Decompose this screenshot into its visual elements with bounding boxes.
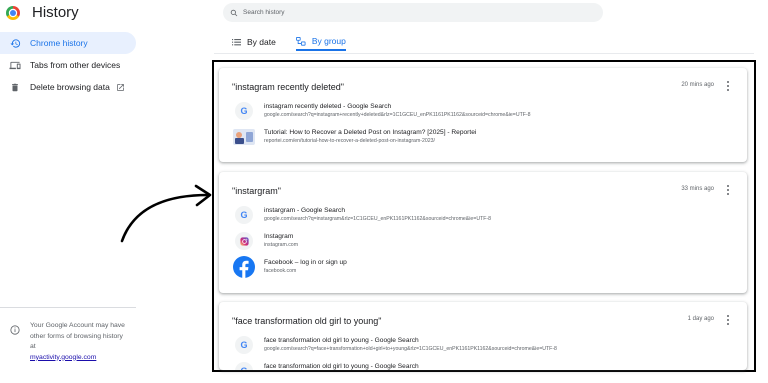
group-title: "instargram" <box>232 186 281 196</box>
account-note: Your Google Account may have other forms… <box>10 321 130 363</box>
group-header: "instagram recently deleted" 20 mins ago <box>219 68 747 100</box>
google-icon: G <box>233 360 255 370</box>
entry-url: facebook.com <box>264 268 297 274</box>
sidebar-divider <box>0 307 136 308</box>
sidebar: Chrome history Tabs from other devices D… <box>0 32 136 98</box>
sidebar-item-label: Chrome history <box>30 38 88 48</box>
entry-title[interactable]: Instagram <box>264 232 298 241</box>
devices-icon <box>8 58 22 72</box>
tabs-divider <box>214 53 754 54</box>
sidebar-item-chrome-history[interactable]: Chrome history <box>0 32 136 54</box>
group-time: 33 mins ago <box>681 186 714 192</box>
history-entry[interactable]: G instagram recently deleted - Google Se… <box>219 100 747 126</box>
sidebar-item-label: Tabs from other devices <box>30 60 121 70</box>
group-title: "face transformation old girl to young" <box>232 316 382 326</box>
google-icon: G <box>233 100 255 122</box>
arrow-annotation <box>120 184 212 243</box>
list-icon <box>232 38 241 46</box>
open-in-new-icon <box>116 83 125 92</box>
account-note-body: Your Google Account may have other forms… <box>30 322 125 350</box>
facebook-icon <box>233 256 255 278</box>
entry-title[interactable]: instagram recently deleted - Google Sear… <box>264 102 531 111</box>
tab-label: By date <box>247 37 276 47</box>
view-tabs: By date By group <box>232 35 366 51</box>
more-actions-button[interactable] <box>725 184 731 196</box>
trash-icon <box>8 80 22 94</box>
page-title: History <box>32 4 79 21</box>
tab-label: By group <box>311 36 346 46</box>
history-entry[interactable]: G face transformation old girl to young … <box>219 360 747 370</box>
reportei-thumbnail-icon <box>233 126 255 148</box>
tab-by-date[interactable]: By date <box>232 35 276 51</box>
google-icon: G <box>233 204 255 226</box>
search-input[interactable] <box>243 9 543 16</box>
more-actions-button[interactable] <box>725 80 731 92</box>
history-entry[interactable]: Tutorial: How to Recover a Deleted Post … <box>219 126 747 152</box>
entry-url: instagram.com <box>264 242 299 248</box>
entry-title[interactable]: Tutorial: How to Recover a Deleted Post … <box>264 128 476 137</box>
group-icon <box>295 36 306 46</box>
entry-url: reportei.com/en/tutorial-how-to-recover-… <box>264 138 435 144</box>
group-time: 1 day ago <box>687 316 714 322</box>
myactivity-link[interactable]: myactivity.google.com <box>30 354 96 361</box>
entry-url: google.com/search?q=face+transformation+… <box>264 346 557 352</box>
entry-url: google.com/search?q=instargram&rlz=1C1GC… <box>264 216 492 222</box>
chrome-logo-icon <box>6 5 20 20</box>
group-time: 20 mins ago <box>681 82 714 88</box>
group-header: "face transformation old girl to young" … <box>219 302 747 334</box>
entry-title[interactable]: Facebook – log in or sign up <box>264 258 347 267</box>
entry-title[interactable]: instargram - Google Search <box>264 206 491 215</box>
more-actions-button[interactable] <box>725 314 731 326</box>
search-icon <box>230 9 238 17</box>
entry-title[interactable]: face transformation old girl to young - … <box>264 362 419 370</box>
entry-title[interactable]: face transformation old girl to young - … <box>264 336 557 345</box>
info-icon <box>10 322 20 335</box>
group-header: "instargram" 33 mins ago <box>219 172 747 204</box>
sidebar-item-delete-browsing-data[interactable]: Delete browsing data <box>0 76 136 98</box>
history-group: "face transformation old girl to young" … <box>219 302 747 370</box>
group-title: "instagram recently deleted" <box>232 82 344 92</box>
search-bar[interactable] <box>223 3 603 22</box>
account-note-text: Your Google Account may have other forms… <box>30 321 130 363</box>
tab-by-group[interactable]: By group <box>295 35 346 51</box>
sidebar-item-label: Delete browsing data <box>30 82 110 92</box>
sidebar-item-tabs-other-devices[interactable]: Tabs from other devices <box>0 54 136 76</box>
history-group: "instagram recently deleted" 20 mins ago… <box>219 68 747 162</box>
app-header: History <box>6 4 79 21</box>
history-entry[interactable]: Facebook – log in or sign up facebook.co… <box>219 256 747 282</box>
history-entry[interactable]: G face transformation old girl to young … <box>219 334 747 360</box>
history-icon <box>8 36 22 50</box>
history-entry[interactable]: G instargram - Google Search google.com/… <box>219 204 747 230</box>
entry-url: google.com/search?q=instagram+recently+d… <box>264 112 531 118</box>
google-icon: G <box>233 334 255 356</box>
instagram-icon <box>233 230 255 252</box>
history-entry[interactable]: Instagram instagram.com <box>219 230 747 256</box>
history-group: "instargram" 33 mins ago G instargram - … <box>219 172 747 293</box>
